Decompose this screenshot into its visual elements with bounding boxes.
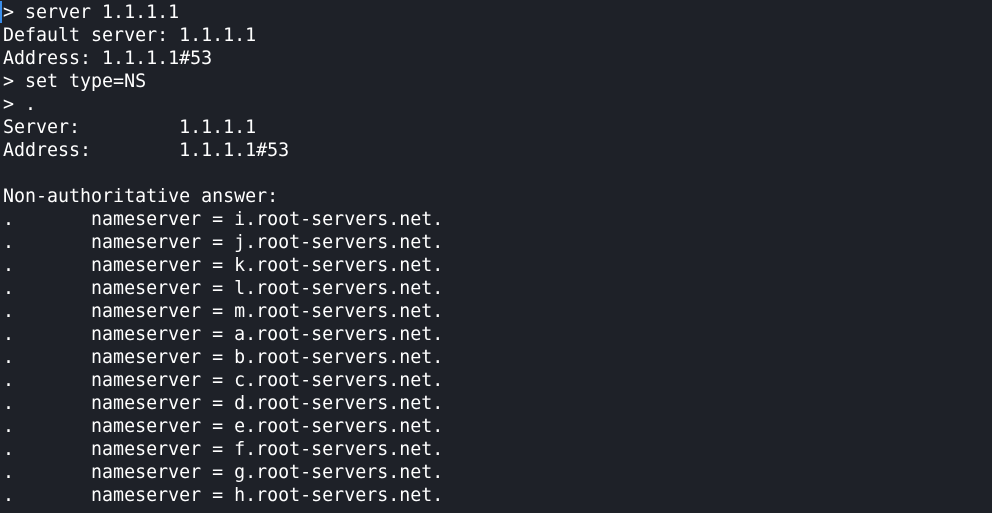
terminal-line-command-query: > .	[3, 94, 37, 115]
terminal-line-default-server: Default server: 1.1.1.1	[3, 25, 257, 46]
terminal-line-nameserver: . nameserver = j.root-servers.net.	[3, 232, 444, 253]
terminal-line-nameserver: . nameserver = m.root-servers.net.	[3, 301, 444, 322]
terminal-line-server-result: Server: 1.1.1.1	[3, 117, 257, 138]
terminal-line-nameserver: . nameserver = b.root-servers.net.	[3, 347, 444, 368]
terminal-line-nameserver: . nameserver = f.root-servers.net.	[3, 439, 444, 460]
terminal-line-nameserver: . nameserver = g.root-servers.net.	[3, 462, 444, 483]
terminal-line-nameserver: . nameserver = k.root-servers.net.	[3, 255, 444, 276]
terminal-line-nameserver: . nameserver = h.root-servers.net.	[3, 485, 444, 506]
line-marker	[0, 1, 2, 23]
terminal-line-command-server: > server 1.1.1.1	[3, 2, 180, 23]
terminal-line-nameserver: . nameserver = c.root-servers.net.	[3, 370, 444, 391]
terminal-window[interactable]: > server 1.1.1.1 Default server: 1.1.1.1…	[0, 0, 992, 513]
terminal-line-nameserver: . nameserver = e.root-servers.net.	[3, 416, 444, 437]
terminal-line-nameserver: . nameserver = l.root-servers.net.	[3, 278, 444, 299]
terminal-line-answer-header: Non-authoritative answer:	[3, 186, 279, 207]
terminal-line-nameserver: . nameserver = i.root-servers.net.	[3, 209, 444, 230]
terminal-line-command-set-type: > set type=NS	[3, 71, 147, 92]
terminal-line-address: Address: 1.1.1.1#53	[3, 48, 213, 69]
terminal-line-nameserver: . nameserver = a.root-servers.net.	[3, 324, 444, 345]
terminal-line-address-result: Address: 1.1.1.1#53	[3, 140, 290, 161]
terminal-line-nameserver: . nameserver = d.root-servers.net.	[3, 393, 444, 414]
